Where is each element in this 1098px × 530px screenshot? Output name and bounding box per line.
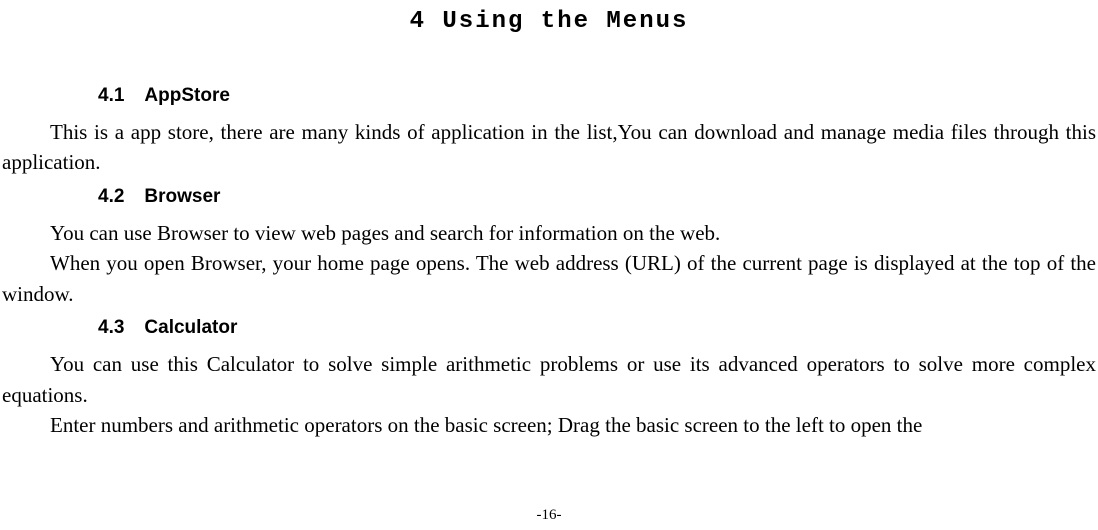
- section-title: Browser: [144, 186, 220, 207]
- page-number: -16-: [0, 507, 1098, 524]
- body-paragraph: Enter numbers and arithmetic operators o…: [2, 410, 1096, 440]
- section-heading-4-3: 4.3 Calculator: [98, 317, 1096, 339]
- section-number: 4.2: [98, 186, 124, 208]
- section-title: Calculator: [144, 317, 237, 338]
- section-heading-4-2: 4.2 Browser: [98, 186, 1096, 208]
- body-paragraph: You can use Browser to view web pages an…: [2, 218, 1096, 248]
- section-title: AppStore: [144, 85, 230, 106]
- section-heading-4-1: 4.1 AppStore: [98, 85, 1096, 107]
- body-paragraph: This is a app store, there are many kind…: [2, 117, 1096, 178]
- section-number: 4.1: [98, 85, 124, 107]
- section-number: 4.3: [98, 317, 124, 339]
- body-paragraph: When you open Browser, your home page op…: [2, 248, 1096, 309]
- body-paragraph: You can use this Calculator to solve sim…: [2, 349, 1096, 410]
- chapter-title: 4 Using the Menus: [2, 8, 1096, 35]
- document-content: 4 Using the Menus 4.1 AppStore This is a …: [0, 8, 1098, 441]
